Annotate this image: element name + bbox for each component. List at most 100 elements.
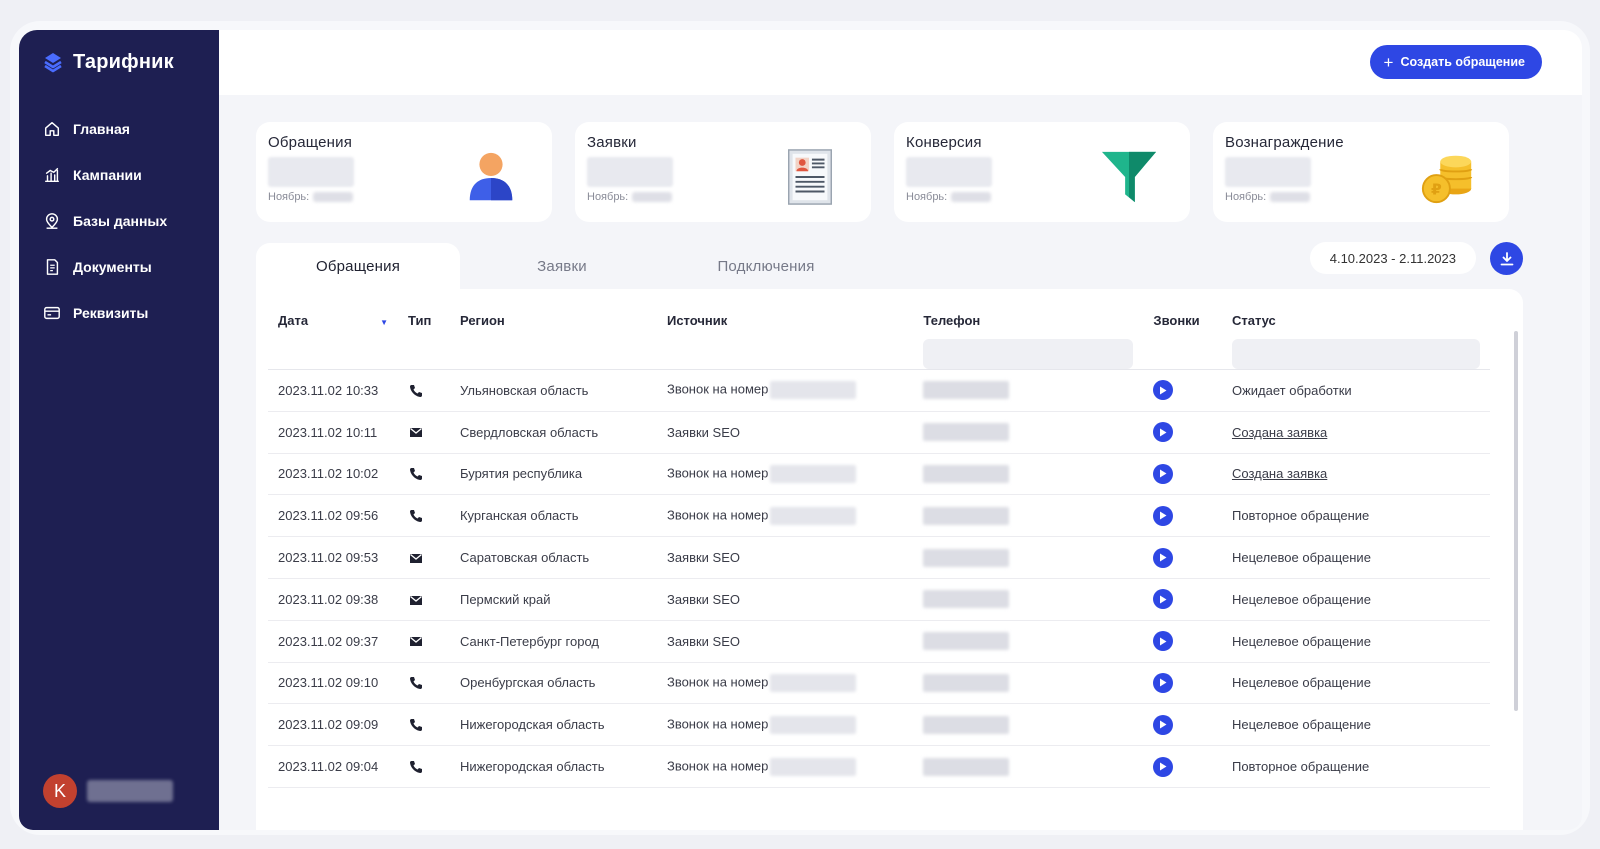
table-row[interactable]: 2023.11.02 09:56 Курганская область Звонок… (268, 494, 1490, 538)
logo[interactable]: Тарифник (19, 30, 219, 94)
table-row[interactable]: 2023.11.02 10:33 Ульяновская область Звоно… (268, 369, 1490, 412)
cell-calls (1143, 662, 1222, 705)
source-number-redacted (770, 673, 857, 692)
play-call-button[interactable] (1153, 547, 1174, 568)
cell-type (398, 494, 450, 538)
phone-icon (410, 468, 423, 481)
phone-filter-input[interactable] (923, 339, 1134, 369)
sidebar-item-home[interactable]: Главная (19, 106, 219, 152)
cell-status: Нецелевое обращение (1221, 536, 1490, 579)
sidebar-item-campaigns[interactable]: Кампании (19, 152, 219, 198)
source-number-redacted (770, 757, 857, 776)
tab-connections[interactable]: Подключения (664, 243, 868, 290)
cell-type (398, 620, 450, 663)
cell-type (398, 411, 450, 454)
status-filter-input[interactable] (1231, 339, 1480, 369)
status-link[interactable]: Создана заявка (1232, 425, 1327, 440)
download-button[interactable] (1490, 242, 1523, 275)
tab-applications[interactable]: Заявки (460, 243, 664, 290)
scrollbar[interactable] (1514, 331, 1518, 711)
cell-date: 2023.11.02 09:04 (268, 745, 399, 788)
phone-redacted (923, 423, 1010, 442)
play-call-button[interactable] (1153, 714, 1174, 735)
status-text: Нецелевое обращение (1231, 717, 1371, 733)
download-icon (1500, 251, 1513, 265)
status-link[interactable]: Создана заявка (1232, 466, 1327, 481)
table-row[interactable]: 2023.11.02 10:11 Свердловская область Заяв… (268, 411, 1490, 454)
cell-region: Пермский край (449, 578, 657, 621)
logo-icon (44, 53, 62, 73)
play-call-button[interactable] (1153, 380, 1174, 401)
sidebar-item-databases[interactable]: Базы данных (19, 198, 219, 244)
sort-down-icon[interactable]: ▼ (380, 318, 388, 327)
cell-calls (1143, 745, 1222, 788)
cell-phone (913, 578, 1144, 621)
mail-icon (410, 553, 423, 563)
column-label: Статус (1231, 313, 1276, 328)
phone-redacted (923, 506, 1010, 525)
column-header-type: Тип (408, 313, 432, 328)
table-body: 2023.11.02 10:33 Ульяновская область Звоно… (268, 369, 1490, 788)
status-text: Повторное обращение (1231, 759, 1370, 775)
table-row[interactable]: 2023.11.02 09:10 Оренбургская область Звон… (268, 662, 1490, 705)
topbar: + Создать обращение (219, 30, 1582, 95)
cell-status: Нецелевое обращение (1221, 620, 1490, 663)
play-call-button[interactable] (1153, 672, 1174, 693)
cell-status: Создана заявка (1221, 453, 1490, 496)
phone-redacted (923, 715, 1010, 734)
cell-type (398, 578, 450, 621)
source-label: Звонок на номер (666, 716, 769, 732)
card-month-label: Ноябрь: (587, 191, 629, 203)
status-text: Повторное обращение (1231, 508, 1370, 524)
cell-type (398, 703, 450, 747)
status-text: Нецелевое обращение (1231, 675, 1371, 691)
source-label: Заявки SEO (666, 633, 741, 649)
user-profile[interactable]: K (43, 774, 173, 808)
status-text: Ожидает обработки (1231, 382, 1352, 398)
play-call-button[interactable] (1153, 505, 1174, 526)
home-icon (44, 121, 60, 137)
phone-redacted (923, 632, 1010, 651)
column-header-source: Источник (666, 313, 728, 328)
table-row[interactable]: 2023.11.02 09:37 Санкт-Петербург город Зая… (268, 620, 1490, 663)
sidebar-item-documents[interactable]: Документы (19, 244, 219, 290)
cell-region: Оренбургская область (449, 662, 657, 705)
column-header-phone: Телефон (913, 289, 1143, 370)
phone-redacted (923, 673, 1010, 692)
stat-card-reward: Вознаграждение Ноябрь: ₽ (1213, 122, 1509, 222)
cell-calls (1143, 411, 1222, 454)
play-call-button[interactable] (1153, 422, 1174, 443)
coins-icon: ₽ (1421, 155, 1473, 204)
table-row[interactable]: 2023.11.02 10:02 Бурятия республика Звонок… (268, 453, 1490, 496)
cell-source: Звонок на номер (656, 745, 914, 788)
play-icon (1160, 511, 1167, 520)
status-text: Нецелевое обращение (1231, 591, 1371, 607)
card-month-label: Ноябрь: (268, 191, 310, 203)
source-label: Заявки SEO (666, 591, 741, 607)
table-row[interactable]: 2023.11.02 09:53 Саратовская область Заявк… (268, 536, 1490, 579)
table-row[interactable]: 2023.11.02 09:09 Нижегородская область Зво… (268, 703, 1490, 747)
column-header-date[interactable]: Дата ▼ (268, 289, 398, 370)
card-month-label: Ноябрь: (906, 191, 948, 203)
play-call-button[interactable] (1153, 463, 1174, 484)
sidebar-nav: Главная Кампании Базы данных Документы Р… (19, 106, 219, 336)
table-row[interactable]: 2023.11.02 09:38 Пермский край Заявки SEO Н… (268, 578, 1490, 621)
play-call-button[interactable] (1153, 756, 1174, 777)
source-number-redacted (770, 464, 857, 483)
cell-source: Звонок на номер (656, 369, 914, 412)
play-call-button[interactable] (1153, 631, 1174, 652)
status-text: Нецелевое обращение (1231, 550, 1371, 566)
sidebar-item-requisites[interactable]: Реквизиты (19, 290, 219, 336)
source-label: Звонок на номер (666, 674, 769, 690)
table-tabs: Обращения Заявки Подключения (256, 243, 868, 290)
table-row[interactable]: 2023.11.02 09:04 Нижегородская область Зво… (268, 745, 1490, 788)
create-request-button[interactable]: + Создать обращение (1369, 45, 1542, 79)
date-range-picker[interactable]: 4.10.2023 - 2.11.2023 (1309, 242, 1476, 274)
stat-cards: Обращения Ноябрь: Заявки Ноябрь: Конверс… (256, 122, 1509, 222)
bar-chart-icon (44, 167, 60, 183)
play-icon (1160, 428, 1167, 437)
play-call-button[interactable] (1153, 589, 1174, 610)
app-window: Тарифник Главная Кампании Базы данных До… (19, 30, 1582, 830)
cell-status: Нецелевое обращение (1221, 662, 1490, 705)
tab-requests[interactable]: Обращения (256, 243, 460, 290)
